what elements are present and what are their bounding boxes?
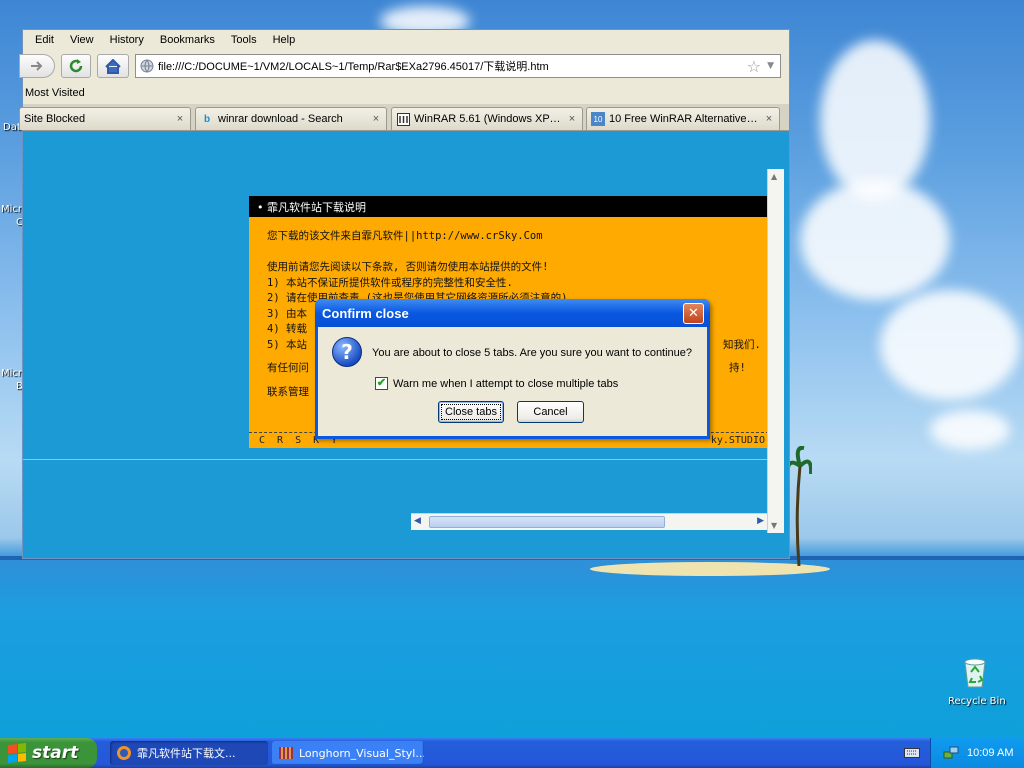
firefox-icon [117, 746, 131, 760]
dialog-title: Confirm close [315, 299, 710, 327]
cloud [800, 180, 950, 300]
tab-close-icon[interactable]: × [370, 113, 382, 125]
cloud [820, 40, 930, 200]
home-icon [105, 58, 121, 74]
clock[interactable]: 10:09 AM [967, 747, 1013, 759]
home-button[interactable] [97, 54, 129, 78]
dialog-body: ? You are about to close 5 tabs. Are you… [318, 327, 707, 436]
scroll-down-icon[interactable]: ▼ [771, 521, 777, 530]
menu-view[interactable]: View [70, 34, 94, 46]
question-icon: ? [332, 337, 362, 367]
cloud [930, 410, 1010, 450]
tab-winrar-search[interactable]: b winrar download - Search × [195, 107, 387, 130]
notice-line-end: 持! [729, 362, 746, 374]
tab-close-icon[interactable]: × [566, 113, 578, 125]
cancel-label: Cancel [533, 406, 568, 418]
bookmark-most-visited[interactable]: Most Visited [25, 87, 85, 99]
url-input[interactable] [154, 59, 747, 73]
taskbar-item-firefox[interactable]: 霏凡软件站下载文... [110, 741, 268, 765]
notice-line: 使用前请您先阅读以下条款, 否则请勿使用本站提供的文件! [267, 261, 549, 273]
menu-bookmarks[interactable]: Bookmarks [160, 34, 215, 46]
confirm-close-dialog: Confirm close ✕ ? You are about to close… [315, 299, 710, 439]
system-tray: 10:09 AM [930, 738, 1024, 768]
taskbar: start 霏凡软件站下载文... Longhorn_Visual_Styl..… [0, 738, 1024, 768]
page-divider [23, 459, 767, 460]
winrar-icon [279, 747, 293, 759]
recycle-bin-desktop-icon[interactable]: Recycle Bin [942, 656, 1006, 712]
reload-button[interactable] [61, 54, 91, 78]
keyboard-icon[interactable] [904, 746, 920, 760]
tab-close-icon[interactable]: × [174, 113, 186, 125]
cancel-button[interactable]: Cancel [517, 401, 584, 423]
menu-bar: Edit View History Bookmarks Tools Help [23, 30, 789, 50]
tab-close-icon[interactable]: × [763, 113, 775, 125]
bing-icon: b [203, 113, 211, 125]
close-tabs-label: Close tabs [441, 404, 501, 420]
menu-history[interactable]: History [110, 34, 144, 46]
recycle-bin-icon [964, 658, 986, 688]
notice-title: • 霏凡软件站下载说明 [249, 196, 769, 217]
bookmarks-toolbar: Most Visited [23, 82, 789, 104]
tab-label: 10 Free WinRAR Alternatives... [609, 113, 759, 125]
tab-label: WinRAR 5.61 (Windows XP 3... [414, 113, 562, 125]
dialog-close-button[interactable]: ✕ [683, 303, 704, 324]
tab-label: Site Blocked [24, 113, 86, 125]
network-icon[interactable] [943, 745, 959, 761]
scroll-left-icon[interactable]: ◀ [414, 516, 421, 526]
back-forward-button[interactable] [19, 54, 55, 78]
dialog-message: You are about to close 5 tabs. Are you s… [372, 347, 693, 359]
menu-edit[interactable]: Edit [35, 34, 54, 46]
vertical-scrollbar[interactable]: ▲ ▼ [767, 169, 784, 533]
notice-line: 您下载的该文件来自霏凡软件||http://www.crSky.Com [267, 230, 543, 242]
start-label: start [32, 743, 79, 763]
globe-icon [140, 59, 154, 73]
site-favicon-icon: 10 [591, 112, 605, 126]
tab-winrar-alternatives[interactable]: 10 10 Free WinRAR Alternatives... × [586, 107, 780, 130]
bookmark-star-icon[interactable]: ☆ [747, 57, 761, 76]
notice-footer-right: ky.STUDIO [710, 435, 765, 446]
notice-line-start: 有任何问 [267, 362, 309, 374]
tab-winrar-561[interactable]: WinRAR 5.61 (Windows XP 3... × [391, 107, 583, 130]
tab-site-blocked[interactable]: Site Blocked × [19, 107, 191, 130]
checkbox-checked-icon[interactable]: ✔ [375, 377, 388, 390]
scroll-up-icon[interactable]: ▲ [771, 172, 777, 181]
horizontal-scroll-thumb[interactable] [429, 516, 665, 528]
tab-strip: Site Blocked × b winrar download - Searc… [19, 104, 789, 131]
menu-tools[interactable]: Tools [231, 34, 257, 46]
warn-multiple-tabs-checkbox[interactable]: ✔ Warn me when I attempt to close multip… [375, 377, 618, 390]
notice-line [267, 245, 769, 261]
cloud [880, 290, 1020, 400]
winrar-site-icon [396, 112, 410, 126]
forward-arrow-icon [31, 61, 43, 71]
horizontal-scrollbar[interactable]: ◀ ▶ [411, 513, 767, 530]
notice-line-end: 知我们. [723, 338, 761, 351]
notice-line-start: 5) 本站 [267, 338, 307, 351]
url-dropdown-icon[interactable]: ▼ [767, 61, 774, 71]
start-button[interactable]: start [0, 738, 97, 768]
windows-logo-icon [8, 743, 26, 763]
close-tabs-button[interactable]: Close tabs [438, 401, 504, 423]
notice-line: 1) 本站不保证所提供软件或程序的完整性和安全性. [267, 276, 513, 289]
taskbar-item-winrar[interactable]: Longhorn_Visual_Styl... [272, 741, 424, 765]
menu-help[interactable]: Help [273, 34, 296, 46]
checkbox-label: Warn me when I attempt to close multiple… [393, 377, 619, 390]
url-bar[interactable]: ☆ ▼ [135, 54, 781, 78]
taskbar-item-label: 霏凡软件站下载文... [137, 747, 236, 760]
navigation-toolbar: ☆ ▼ [19, 50, 789, 82]
firefox-window: Edit View History Bookmarks Tools Help ☆… [19, 29, 790, 559]
recycle-bin-label: Recycle Bin [948, 696, 1006, 707]
tab-label: winrar download - Search [218, 113, 343, 125]
reload-icon [69, 59, 83, 73]
scroll-right-icon[interactable]: ▶ [757, 516, 764, 526]
taskbar-item-label: Longhorn_Visual_Styl... [299, 746, 424, 760]
